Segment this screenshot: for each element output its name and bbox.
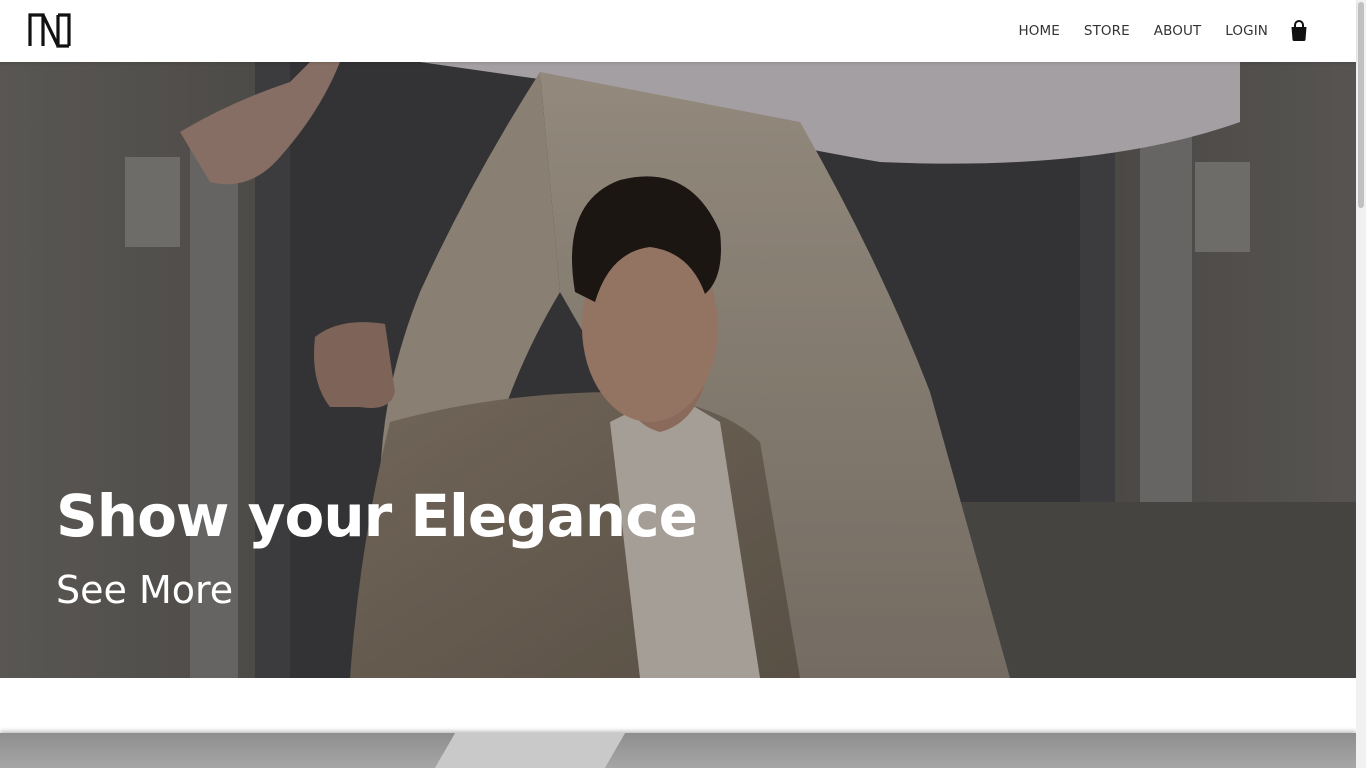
nav-home-link[interactable]: HOME bbox=[1019, 23, 1060, 39]
nav-about-link[interactable]: ABOUT bbox=[1154, 23, 1202, 39]
banner-light-stripe bbox=[434, 733, 626, 768]
see-more-link[interactable]: See More bbox=[56, 568, 233, 612]
nav-store-link[interactable]: STORE bbox=[1084, 23, 1130, 39]
hero-title: Show your Elegance bbox=[56, 482, 698, 550]
page-scrollbar[interactable] bbox=[1356, 0, 1366, 768]
scrollbar-thumb[interactable] bbox=[1358, 2, 1364, 208]
shopping-bag-icon[interactable] bbox=[1290, 20, 1308, 42]
nav-login-link[interactable]: LOGIN bbox=[1225, 23, 1268, 39]
nav-menu: HOME STORE ABOUT LOGIN bbox=[995, 0, 1308, 62]
hero-banner: Show your Elegance See More bbox=[0, 62, 1356, 678]
top-navbar: HOME STORE ABOUT LOGIN bbox=[0, 0, 1356, 62]
next-section-banner bbox=[0, 733, 1356, 768]
brand-logo-icon[interactable] bbox=[28, 12, 71, 48]
